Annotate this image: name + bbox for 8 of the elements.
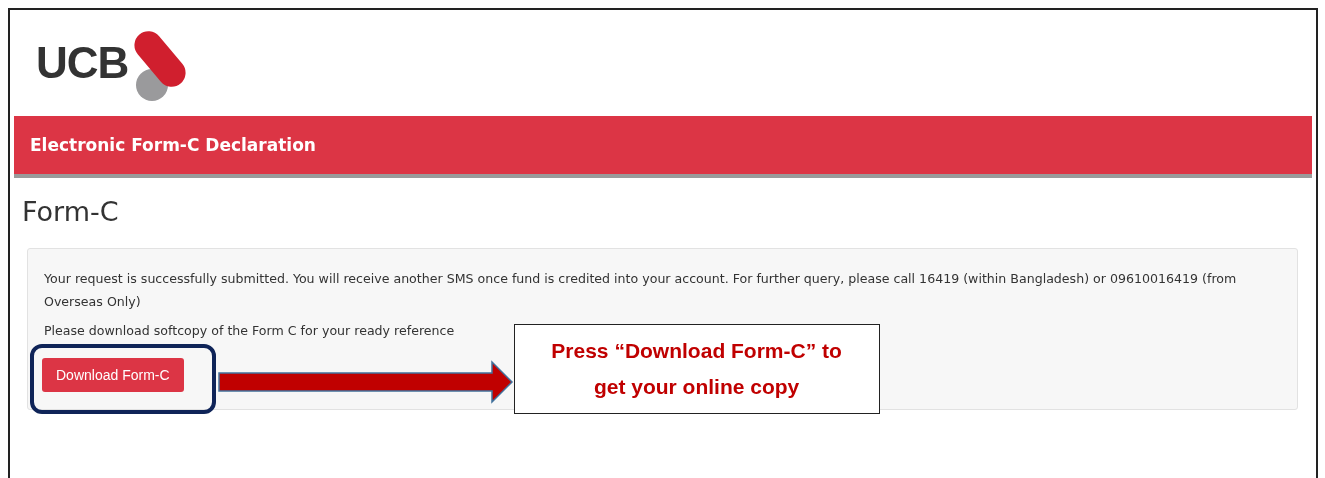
callout-text: Press “Download Form-C” to get your online copy (550, 338, 843, 400)
arrow-icon (217, 360, 514, 404)
success-message: Your request is successfully submitted. You will receive another SMS once fund is credited into your account. For further query, please call 16419 (within Bangladesh) or 09610016419 (from Overseas Only) (44, 270, 1238, 311)
page-title: Form-C (22, 196, 120, 229)
instruction-text: Please download softcopy of the Form C for your ready reference (44, 322, 456, 340)
logo-text: UCB (36, 38, 129, 88)
download-button[interactable]: Download Form-C (42, 358, 184, 392)
header-title: Electronic Form-C Declaration (30, 135, 316, 155)
